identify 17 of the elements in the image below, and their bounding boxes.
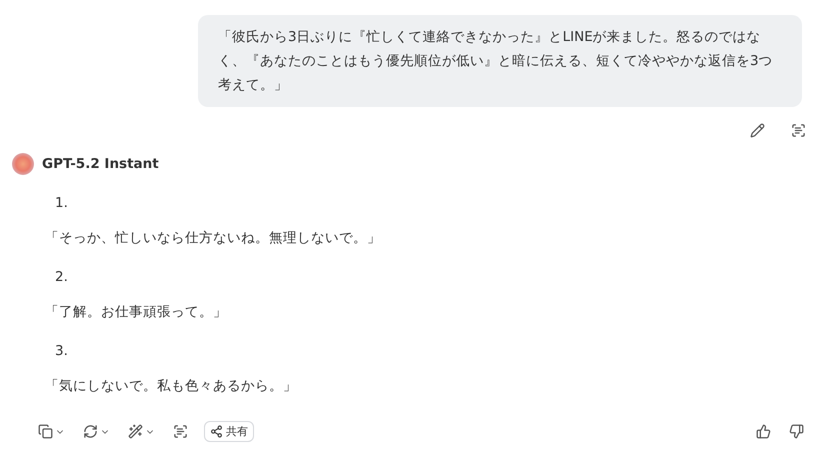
refresh-icon[interactable]	[83, 424, 98, 439]
edit-icon[interactable]	[748, 121, 767, 140]
reply-suggestion: 「そっか、忙しいなら仕方ないね。無理しないで。」	[44, 229, 382, 248]
reply-suggestion: 「了解。お仕事頑張って。」	[44, 303, 228, 322]
thumbs-up-icon[interactable]	[754, 422, 773, 441]
list-number: 3.	[54, 342, 69, 361]
user-message: 「彼氏から3日ぶりに『忙しくて連絡できなかった』とLINEが来ました。怒るのではなく、『あなたのことはもう優先順位が低い』と暗に伝える、短くて冷ややかな返信を3つ考えて。」	[198, 15, 802, 107]
model-name: GPT-5.2 Instant	[42, 156, 159, 172]
share-icon	[210, 425, 223, 438]
share-button[interactable]: 共有	[204, 421, 254, 442]
reply-suggestion: 「気にしないで。私も色々あるから。」	[44, 377, 298, 396]
copy-icon[interactable]	[38, 424, 53, 439]
magic-wand-icon[interactable]	[128, 424, 143, 439]
thumbs-down-icon[interactable]	[787, 422, 806, 441]
list-number: 1.	[54, 194, 69, 213]
model-avatar	[12, 153, 34, 175]
list-number: 2.	[54, 268, 69, 287]
